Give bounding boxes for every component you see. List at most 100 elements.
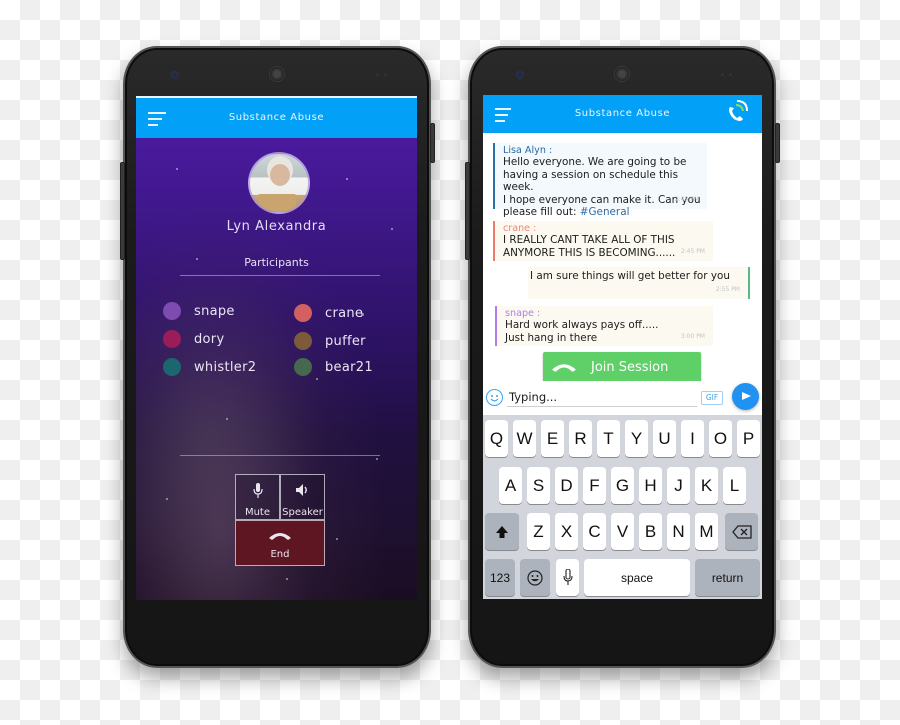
right-phone-power-button (775, 123, 780, 163)
key-n[interactable]: N (667, 513, 690, 550)
key-t[interactable]: T (597, 420, 620, 457)
participant-color-dot (294, 332, 312, 350)
dictation-key[interactable] (556, 559, 579, 596)
participant-crane[interactable]: crane (294, 304, 363, 322)
call-screen: Substance Abuse Lyn Alexandra Participan… (136, 96, 417, 600)
participant-whistler2[interactable]: whistler2 (163, 358, 256, 376)
backspace-icon (731, 524, 752, 539)
key-k[interactable]: K (695, 467, 718, 504)
key-i[interactable]: I (681, 420, 704, 457)
key-s[interactable]: S (527, 467, 550, 504)
shift-icon (496, 525, 508, 538)
emoji-key-icon (527, 569, 543, 586)
hashtag-link[interactable]: #General (580, 206, 630, 218)
key-u[interactable]: U (653, 420, 676, 457)
emoji-key[interactable] (520, 559, 550, 596)
gif-button[interactable]: GIF (701, 391, 723, 405)
participant-name: dory (194, 331, 225, 347)
hang-up-icon (269, 533, 291, 540)
key-z[interactable]: Z (527, 513, 550, 550)
left-phone-sensor (384, 73, 387, 76)
key-h[interactable]: H (639, 467, 662, 504)
message-line: please fill out: (503, 206, 580, 219)
return-key[interactable]: return (695, 559, 760, 596)
call-controls: Mute Speaker End (235, 474, 325, 566)
participant-name: whistler2 (194, 359, 257, 375)
message-line: Hello everyone. We are going to be (503, 156, 687, 168)
space-key[interactable]: space (584, 559, 690, 596)
speaker-button[interactable]: Speaker (280, 474, 325, 520)
left-phone-volume-button (120, 162, 125, 260)
participant-color-dot (163, 302, 181, 320)
participant-color-dot (294, 358, 312, 376)
speaker-label: Speaker (282, 507, 323, 518)
participant-color-dot (163, 358, 181, 376)
send-icon[interactable] (732, 383, 759, 410)
key-o[interactable]: O (709, 420, 732, 457)
backspace-key[interactable] (725, 513, 758, 550)
participant-snape[interactable]: snape (163, 302, 235, 320)
message-list: Lisa Alyn : Hello everyone. We are going… (483, 133, 762, 385)
participant-dory[interactable]: dory (163, 330, 224, 348)
mute-label: Mute (244, 507, 271, 518)
key-l[interactable]: L (723, 467, 746, 504)
controls-divider (180, 455, 380, 456)
participants-heading: Participants (244, 256, 309, 269)
message-line: Just hang in there (505, 331, 598, 344)
participant-bear21[interactable]: bear21 (294, 358, 373, 376)
avatar (248, 152, 310, 214)
phone-call-icon[interactable] (724, 99, 750, 125)
emoji-icon[interactable] (486, 389, 503, 406)
app-header: Substance Abuse (483, 95, 762, 133)
key-d[interactable]: D (555, 467, 578, 504)
header-title: Substance Abuse (574, 108, 671, 119)
participants-divider (180, 275, 380, 276)
key-q[interactable]: Q (485, 420, 508, 457)
message-line: ANYMORE THIS IS BECOMING...... (503, 246, 676, 259)
shift-key[interactable] (485, 513, 519, 550)
message-item: crane : I REALLY CANT TAKE ALL OF THIS A… (493, 221, 713, 261)
message-time: 2:55 PM (715, 286, 740, 294)
message-item: Lisa Alyn : Hello everyone. We are going… (493, 143, 707, 218)
message-sender: Lisa Alyn : (503, 145, 553, 156)
numbers-key[interactable]: 123 (485, 559, 515, 596)
app-header: Substance Abuse (136, 96, 417, 138)
key-m[interactable]: M (695, 513, 718, 550)
chat-screen: Substance Abuse Lisa Alyn : Hello everyo… (483, 95, 762, 599)
mute-button[interactable]: Mute (235, 474, 280, 520)
message-line: I hope everyone can make it. Can you (503, 193, 701, 206)
key-w[interactable]: W (513, 420, 536, 457)
profile-name: Lyn Alexandra (226, 219, 327, 234)
message-item: snape : Hard work always pays off..... J… (495, 306, 713, 346)
key-v[interactable]: V (611, 513, 634, 550)
end-call-button[interactable]: End (235, 520, 325, 566)
message-item-own: I am sure things will get better for you… (528, 267, 750, 299)
key-g[interactable]: G (611, 467, 634, 504)
key-c[interactable]: C (583, 513, 606, 550)
participant-name: crane (325, 305, 364, 321)
participant-puffer[interactable]: puffer (294, 332, 366, 350)
message-time: 3:00 PM (680, 333, 705, 341)
message-time: 2:45 PM (674, 196, 699, 204)
key-e[interactable]: E (541, 420, 564, 457)
right-phone-camera (517, 72, 523, 78)
avatar-face (270, 164, 290, 186)
key-p[interactable]: P (737, 420, 760, 457)
participant-color-dot (163, 330, 181, 348)
key-r[interactable]: R (569, 420, 592, 457)
message-sender: snape : (505, 308, 541, 319)
key-b[interactable]: B (639, 513, 662, 550)
end-label: End (270, 549, 290, 560)
message-line: having a session on schedule this week. (503, 168, 678, 194)
key-f[interactable]: F (583, 467, 606, 504)
right-phone-volume-button (465, 162, 470, 260)
key-y[interactable]: Y (625, 420, 648, 457)
key-j[interactable]: J (667, 467, 690, 504)
key-x[interactable]: X (555, 513, 578, 550)
key-a[interactable]: A (499, 467, 522, 504)
phone-icon (552, 363, 576, 372)
avatar-laptop (258, 194, 296, 212)
microphone-icon (562, 569, 573, 585)
message-input[interactable]: Typing... (507, 389, 697, 407)
join-session-button[interactable]: Join Session (543, 352, 701, 382)
